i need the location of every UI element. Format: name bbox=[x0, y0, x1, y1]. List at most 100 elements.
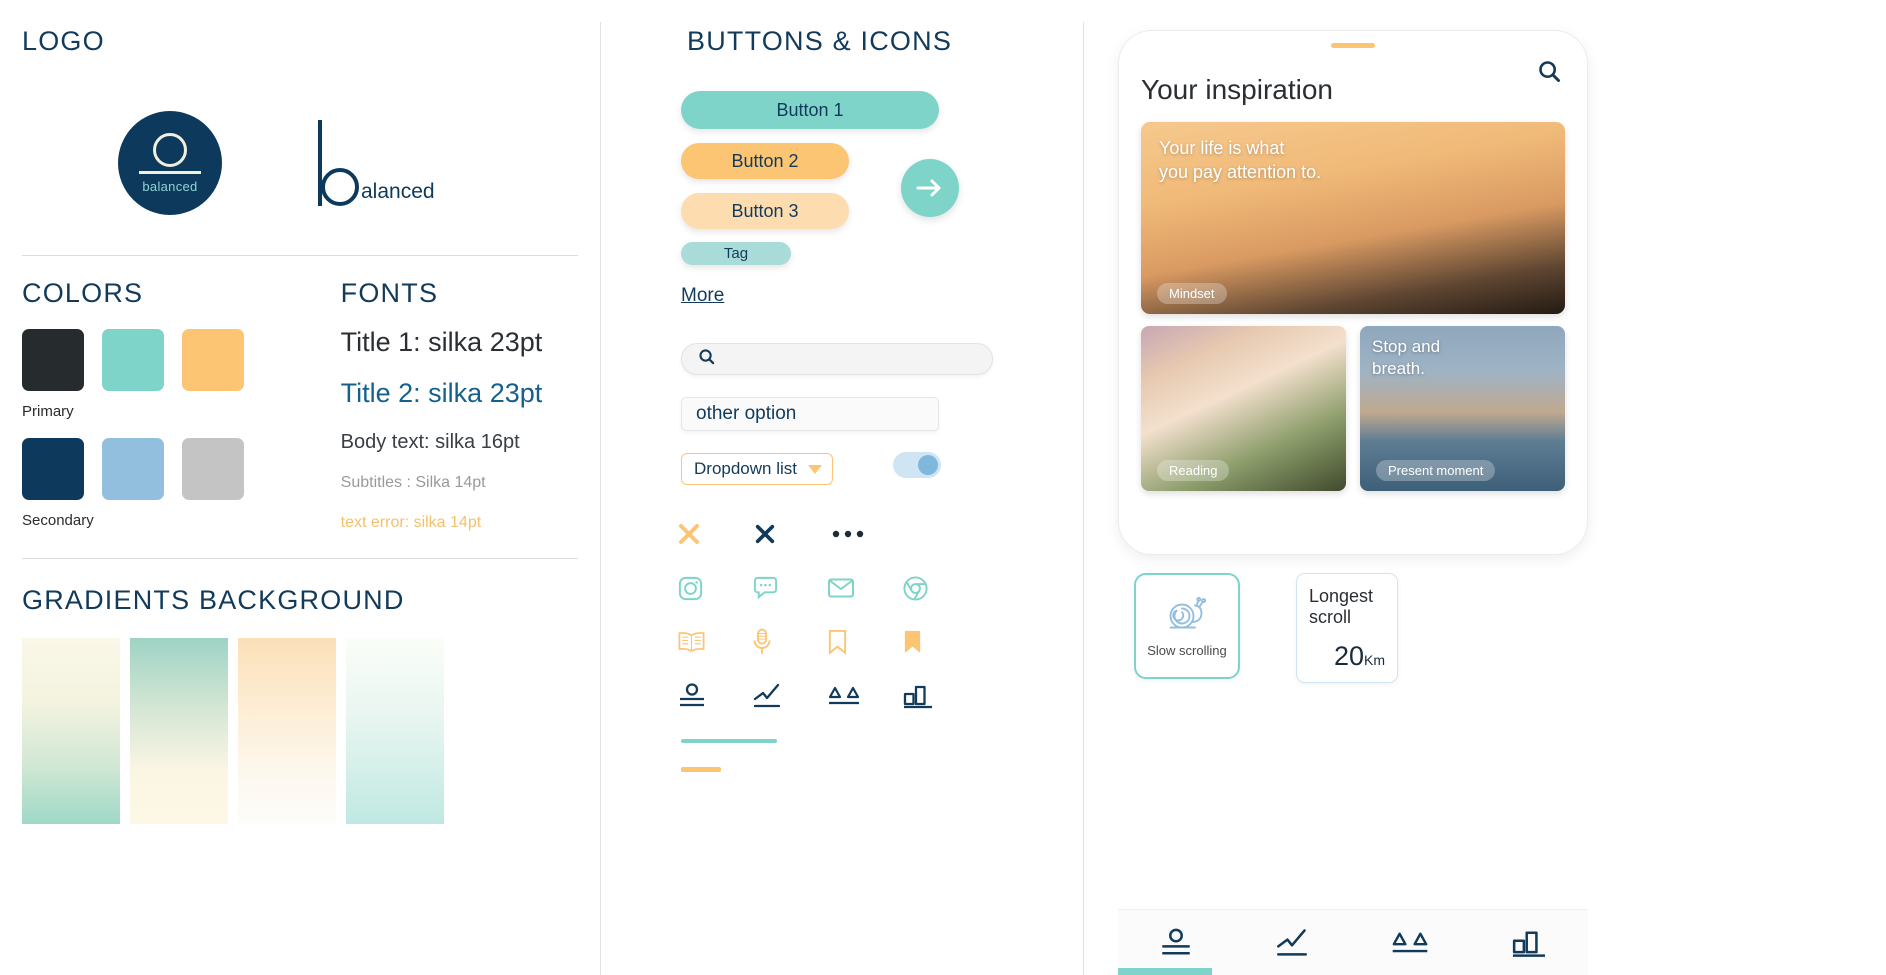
search-text-field[interactable] bbox=[725, 350, 965, 368]
secondary-label: Secondary bbox=[22, 512, 94, 529]
nav-chart-line-icon[interactable] bbox=[1274, 927, 1310, 959]
icon-row-social bbox=[677, 561, 977, 615]
card-present-quote-line2: breath. bbox=[1372, 359, 1425, 379]
hero-quote-line1: Your life is what bbox=[1159, 138, 1285, 158]
widget-longest-scroll-value: 20 bbox=[1333, 641, 1364, 672]
toggle-knob bbox=[918, 455, 938, 475]
tag-chip[interactable]: Tag bbox=[681, 242, 791, 265]
search-input[interactable] bbox=[681, 343, 993, 375]
card-present-quote-line1: Stop and bbox=[1372, 337, 1441, 356]
widget-slow-scrolling[interactable]: Slow scrolling bbox=[1134, 573, 1240, 679]
bookmark-outline-icon[interactable] bbox=[827, 628, 902, 656]
phone-notch bbox=[1331, 43, 1375, 48]
swatch-primary-mint bbox=[102, 329, 164, 391]
button-secondary[interactable]: Button 2 bbox=[681, 143, 849, 179]
chart-line-icon[interactable] bbox=[752, 682, 827, 710]
colors-and-fonts: COLORS Primary Secondary FONTS Title 1: … bbox=[22, 278, 576, 532]
icon-row-media bbox=[677, 615, 977, 669]
card-reading[interactable]: Reading bbox=[1141, 326, 1346, 491]
chat-bubble-icon[interactable] bbox=[752, 575, 827, 601]
widget-row: Slow scrolling Longest scroll 20Km bbox=[1134, 573, 1886, 684]
microphone-icon[interactable] bbox=[752, 628, 827, 656]
logo-ring-icon bbox=[153, 132, 187, 167]
snail-icon bbox=[1164, 594, 1210, 637]
nav-profile-lines-icon[interactable] bbox=[1158, 927, 1194, 959]
widget-slow-scrolling-label: Slow scrolling bbox=[1147, 643, 1227, 658]
search-icon bbox=[698, 348, 715, 370]
widget-longest-scroll-label: Longest scroll bbox=[1309, 586, 1385, 627]
gradient-peach-to-white bbox=[238, 638, 336, 824]
mail-icon[interactable] bbox=[827, 577, 902, 599]
bar-chart-icon[interactable] bbox=[902, 682, 977, 710]
font-sample-title2: Title 2: silka 23pt bbox=[340, 378, 543, 408]
fonts-section: FONTS Title 1: silka 23pt Title 2: silka… bbox=[319, 278, 576, 532]
app-search-icon[interactable] bbox=[1537, 59, 1561, 88]
widget-longest-scroll[interactable]: Longest scroll 20Km bbox=[1296, 573, 1398, 684]
fonts-section-title: FONTS bbox=[340, 278, 439, 308]
nav-balance-scale-icon[interactable] bbox=[1390, 928, 1430, 958]
app-page-title: Your inspiration bbox=[1141, 74, 1333, 105]
other-option-field[interactable]: other option bbox=[681, 397, 939, 431]
gradient-mint-to-cream bbox=[130, 638, 228, 824]
identity-column: LOGO balanced alanced COLORS Primary Sec… bbox=[0, 0, 600, 975]
widget-longest-scroll-label-line1: Longest bbox=[1309, 586, 1374, 606]
logo-section-title: LOGO bbox=[22, 26, 105, 56]
widget-longest-scroll-label-line2: scroll bbox=[1309, 606, 1352, 627]
chevron-down-icon bbox=[808, 464, 822, 474]
more-link[interactable]: More bbox=[681, 285, 724, 307]
hero-tag: Mindset bbox=[1157, 283, 1227, 304]
dropdown-list[interactable]: Dropdown list bbox=[681, 453, 833, 485]
logo-wordmark-text: alanced bbox=[361, 180, 435, 203]
logo-badge-word: balanced bbox=[142, 178, 198, 194]
swatch-secondary-blue bbox=[102, 438, 164, 500]
swatch-primary-dark bbox=[22, 329, 84, 391]
logo-showcase: balanced alanced bbox=[22, 93, 576, 233]
card-present-moment[interactable]: Stop and breath. Present moment bbox=[1360, 326, 1565, 491]
close-x-icon-navy[interactable] bbox=[754, 523, 831, 545]
logo-wordmark: alanced bbox=[318, 120, 435, 206]
gradients-section-title: GRADIENTS BACKGROUND bbox=[22, 585, 405, 615]
icon-row-close bbox=[677, 507, 977, 561]
divider-bottom bbox=[22, 558, 578, 559]
buttons-section-title: BUTTONS & ICONS bbox=[687, 26, 953, 56]
instagram-icon[interactable] bbox=[677, 575, 752, 602]
chrome-icon[interactable] bbox=[902, 575, 977, 602]
font-sample-error: text error: silka 14pt bbox=[340, 514, 482, 531]
toggle-switch[interactable] bbox=[893, 452, 941, 478]
balance-scale-icon[interactable] bbox=[827, 683, 902, 709]
button-tertiary[interactable]: Button 3 bbox=[681, 193, 849, 229]
primary-swatch-row bbox=[22, 329, 319, 391]
other-option-value: other option bbox=[696, 403, 797, 424]
hero-card[interactable]: Your life is what you pay attention to. … bbox=[1141, 122, 1565, 314]
swatch-secondary-gray bbox=[182, 438, 244, 500]
buttons-group: Button 1 Button 2 Button 3 Tag More bbox=[601, 91, 1083, 307]
font-sample-subtitle: Subtitles : Silka 14pt bbox=[340, 474, 486, 491]
font-sample-body: Body text: silka 16pt bbox=[340, 431, 520, 453]
bookmark-filled-icon[interactable] bbox=[902, 628, 977, 656]
colors-section: COLORS Primary Secondary bbox=[22, 278, 319, 532]
nav-active-indicator bbox=[1118, 968, 1212, 975]
profile-lines-icon[interactable] bbox=[677, 682, 752, 710]
accent-line-mint bbox=[681, 739, 777, 743]
hero-quote: Your life is what you pay attention to. bbox=[1159, 136, 1321, 185]
icon-row-nav bbox=[677, 669, 977, 723]
ellipsis-icon[interactable] bbox=[831, 528, 908, 540]
icon-grid bbox=[677, 507, 977, 723]
widget-longest-scroll-unit: Km bbox=[1364, 652, 1385, 669]
close-x-icon-amber[interactable] bbox=[677, 522, 754, 546]
card-present-tag: Present moment bbox=[1376, 460, 1496, 481]
colors-section-title: COLORS bbox=[22, 278, 144, 308]
divider-top bbox=[22, 255, 578, 256]
components-column: BUTTONS & ICONS Button 1 Button 2 Button… bbox=[601, 0, 1083, 975]
nav-bar-chart-icon[interactable] bbox=[1510, 927, 1548, 959]
logo-bowl bbox=[321, 168, 359, 206]
widget-longest-scroll-value-wrap: 20Km bbox=[1309, 641, 1385, 672]
bottom-navigation-bar bbox=[1118, 909, 1588, 975]
book-icon[interactable] bbox=[677, 630, 752, 654]
arrow-right-icon[interactable] bbox=[901, 159, 959, 217]
logo-badge: balanced bbox=[118, 111, 222, 215]
gradient-swatch-row bbox=[22, 638, 576, 824]
font-sample-title1: Title 1: silka 23pt bbox=[340, 327, 543, 357]
gradient-white-to-aqua bbox=[346, 638, 444, 824]
button-primary[interactable]: Button 1 bbox=[681, 91, 939, 129]
